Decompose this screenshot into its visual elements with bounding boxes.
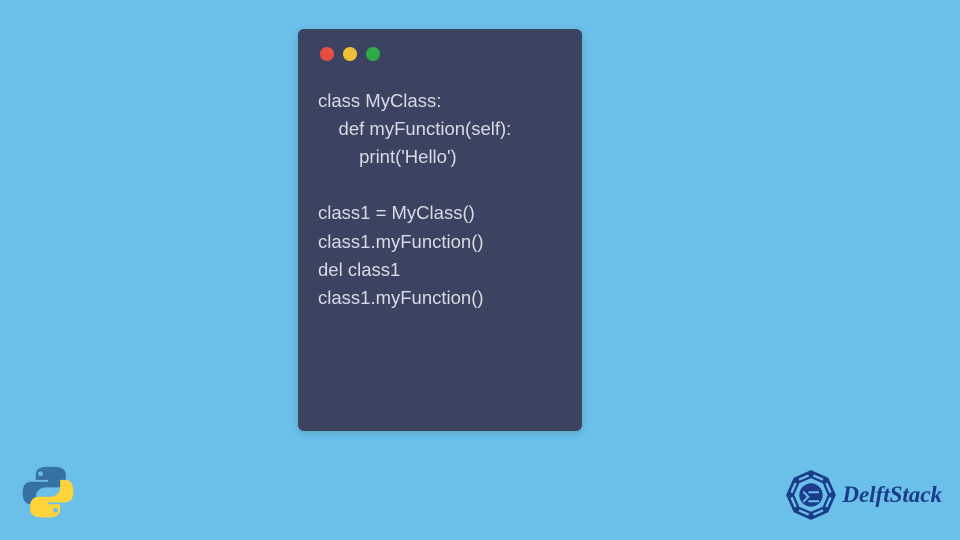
code-line: del class1 xyxy=(318,259,400,280)
delftstack-logo: DelftStack xyxy=(784,468,942,522)
delftstack-badge-icon xyxy=(784,468,838,522)
python-logo-icon xyxy=(18,462,78,522)
code-line: print('Hello') xyxy=(318,146,457,167)
code-content: class MyClass: def myFunction(self): pri… xyxy=(298,61,582,312)
maximize-dot-icon xyxy=(366,47,380,61)
code-line: def myFunction(self): xyxy=(318,118,511,139)
code-line: class1 = MyClass() xyxy=(318,202,475,223)
code-window: class MyClass: def myFunction(self): pri… xyxy=(298,29,582,431)
window-controls xyxy=(298,29,582,61)
minimize-dot-icon xyxy=(343,47,357,61)
code-line: class1.myFunction() xyxy=(318,287,484,308)
close-dot-icon xyxy=(320,47,334,61)
brand-name: DelftStack xyxy=(842,482,942,508)
code-line: class MyClass: xyxy=(318,90,441,111)
code-line: class1.myFunction() xyxy=(318,231,484,252)
